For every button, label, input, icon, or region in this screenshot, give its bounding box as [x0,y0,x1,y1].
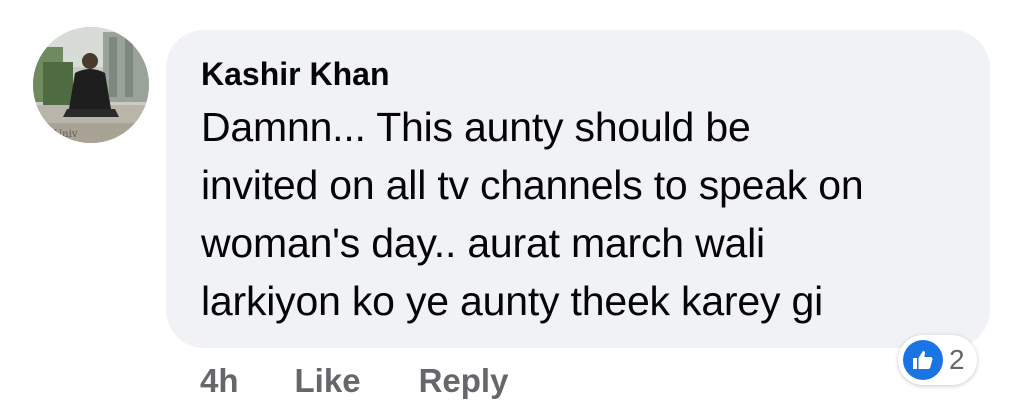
reaction-count: 2 [949,344,965,375]
like-button[interactable]: Like [295,362,361,400]
avatar-caption: us Univ [39,129,78,140]
comment-bubble: Kashir Khan Damnn... This aunty should b… [166,30,990,348]
comment-text-line: invited on all tv channels to speak on [201,162,864,208]
comment-text-line: larkiyon ko ye aunty theek karey gi [201,278,823,324]
like-thumb-icon [903,340,943,380]
avatar-photo: us Univ [33,27,149,143]
comment-text-line: woman's day.. aurat march wali [201,220,765,266]
avatar[interactable]: us Univ [33,27,149,143]
comment-actions: 4h Like Reply [200,356,508,406]
reply-button[interactable]: Reply [419,362,509,400]
comment-container: us Univ Kashir Khan Damnn... This aunty … [0,0,1024,416]
comment-text: Damnn... This aunty should be invited on… [201,98,956,330]
comment-author[interactable]: Kashir Khan [201,54,956,94]
comment-text-line: Damnn... This aunty should be [201,104,751,150]
reaction-summary[interactable]: 2 [898,335,977,385]
comment-timestamp[interactable]: 4h [200,362,239,400]
